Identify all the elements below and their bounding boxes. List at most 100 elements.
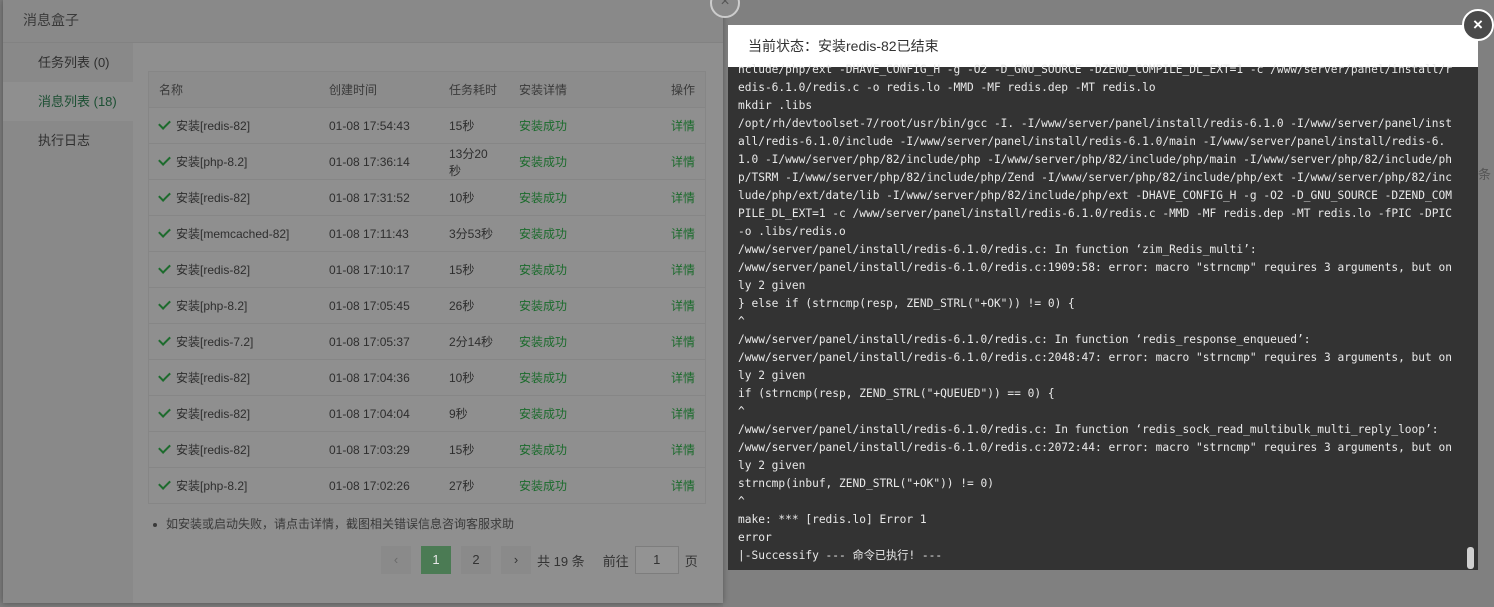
check-icon — [158, 441, 171, 454]
log-text: nclude/php/ext -DHAVE_CONFIG_H -g -O2 -D… — [738, 61, 1456, 565]
task-duration: 26秒 — [439, 287, 509, 324]
background-text: 条 — [1478, 167, 1492, 182]
check-icon — [158, 369, 171, 382]
task-name-cell: 安装[redis-82] — [148, 431, 319, 468]
task-action-cell: 详情 — [609, 359, 706, 396]
task-status: 安装成功 — [509, 323, 609, 360]
log-line: ^ — [738, 315, 745, 328]
task-name-cell: 安装[php-8.2] — [148, 467, 319, 504]
task-name-cell: 安装[redis-7.2] — [148, 323, 319, 360]
task-status: 安装成功 — [509, 251, 609, 288]
table-row: 安装[redis-82] 01-08 17:04:36 10秒 安装成功 详情 — [148, 359, 706, 396]
task-name-cell: 安装[redis-82] — [148, 107, 319, 144]
task-status: 安装成功 — [509, 359, 609, 396]
log-line: /www/server/panel/install/redis-6.1.0/re… — [738, 441, 1452, 472]
table-header-row: 名称 创建时间 任务耗时 安装详情 操作 — [148, 71, 706, 108]
details-link[interactable]: 详情 — [671, 155, 695, 169]
task-name: 安装[php-8.2] — [176, 155, 248, 169]
task-name: 安装[redis-82] — [176, 191, 251, 205]
check-icon — [158, 405, 171, 418]
task-status: 安装成功 — [509, 395, 609, 432]
header-name: 名称 — [148, 71, 319, 108]
log-line: /www/server/panel/install/redis-6.1.0/re… — [738, 261, 1452, 292]
log-line: ^ — [738, 405, 745, 418]
task-action-cell: 详情 — [609, 323, 706, 360]
task-time: 01-08 17:31:52 — [319, 179, 439, 216]
check-icon — [158, 477, 171, 490]
task-action-cell: 详情 — [609, 431, 706, 468]
log-line: error — [738, 531, 772, 544]
task-name: 安装[redis-82] — [176, 371, 251, 385]
details-link[interactable]: 详情 — [671, 263, 695, 277]
details-link[interactable]: 详情 — [671, 227, 695, 241]
details-link[interactable]: 详情 — [671, 443, 695, 457]
sidebar-item-task-list[interactable]: 任务列表 (0) — [3, 43, 133, 82]
task-time: 01-08 17:04:04 — [319, 395, 439, 432]
task-name: 安装[redis-82] — [176, 407, 251, 421]
total-count: 共 19 条 — [537, 553, 585, 569]
task-duration: 3分53秒 — [439, 215, 509, 252]
details-link[interactable]: 详情 — [671, 371, 695, 385]
task-duration: 15秒 — [439, 431, 509, 468]
log-line: /www/server/panel/install/redis-6.1.0/re… — [738, 243, 1257, 256]
log-line: |-Successify --- 命令已执行! --- — [738, 549, 943, 562]
details-link[interactable]: 详情 — [671, 299, 695, 313]
task-action-cell: 详情 — [609, 107, 706, 144]
table-row: 安装[php-8.2] 01-08 17:36:14 13分20秒 安装成功 详情 — [148, 143, 706, 180]
log-line: /www/server/panel/install/redis-6.1.0/re… — [738, 423, 1439, 436]
table-row: 安装[php-8.2] 01-08 17:02:26 27秒 安装成功 详情 — [148, 467, 706, 504]
task-duration: 13分20秒 — [439, 143, 509, 180]
table-row: 安装[redis-82] 01-08 17:54:43 15秒 安装成功 详情 — [148, 107, 706, 144]
task-name: 安装[redis-82] — [176, 119, 251, 133]
prev-page-button[interactable]: ‹ — [381, 546, 411, 574]
log-line: nclude/php/ext -DHAVE_CONFIG_H -g -O2 -D… — [738, 63, 1452, 94]
task-time: 01-08 17:05:45 — [319, 287, 439, 324]
task-action-cell: 详情 — [609, 287, 706, 324]
task-name-cell: 安装[php-8.2] — [148, 143, 319, 180]
details-link[interactable]: 详情 — [671, 407, 695, 421]
task-name: 安装[php-8.2] — [176, 479, 248, 493]
goto-page-input[interactable]: 1 — [634, 546, 679, 574]
header-details: 安装详情 — [509, 71, 609, 108]
task-name: 安装[php-8.2] — [176, 299, 248, 313]
bullet-icon — [153, 522, 157, 527]
table-body: 安装[redis-82] 01-08 17:54:43 15秒 安装成功 详情 安装[ph… — [148, 107, 706, 504]
log-output[interactable]: nclude/php/ext -DHAVE_CONFIG_H -g -O2 -D… — [728, 63, 1478, 570]
pagination: ‹ 1 2 › 共 19 条 前往 1 页 — [381, 545, 698, 575]
close-log-icon[interactable]: × — [1462, 9, 1494, 41]
task-duration: 15秒 — [439, 251, 509, 288]
log-line: if (strncmp(resp, ZEND_STRL("+QUEUED")) … — [738, 387, 1055, 400]
table-row: 安装[memcached-82] 01-08 17:11:43 3分53秒 安装成功 详… — [148, 215, 706, 252]
sidebar-item-exec-log[interactable]: 执行日志 — [3, 121, 133, 160]
details-link[interactable]: 详情 — [671, 191, 695, 205]
details-link[interactable]: 详情 — [671, 479, 695, 493]
check-icon — [158, 189, 171, 202]
modal-main: 名称 创建时间 任务耗时 安装详情 操作 安装[redis-82] 01-08 1… — [133, 43, 723, 603]
task-status: 安装成功 — [509, 215, 609, 252]
table-row: 安装[redis-82] 01-08 17:03:29 15秒 安装成功 详情 — [148, 431, 706, 468]
check-icon — [158, 225, 171, 238]
task-name-cell: 安装[php-8.2] — [148, 287, 319, 324]
task-time: 01-08 17:36:14 — [319, 143, 439, 180]
check-icon — [158, 297, 171, 310]
page-button-1[interactable]: 1 — [421, 546, 451, 574]
page-unit-label: 页 — [684, 553, 698, 569]
details-link[interactable]: 详情 — [671, 119, 695, 133]
log-line: mkdir .libs — [738, 99, 813, 112]
table-row: 安装[redis-82] 01-08 17:04:04 9秒 安装成功 详情 — [148, 395, 706, 432]
task-duration: 10秒 — [439, 359, 509, 396]
next-page-button[interactable]: › — [501, 546, 531, 574]
task-name: 安装[redis-82] — [176, 443, 251, 457]
task-time: 01-08 17:02:26 — [319, 467, 439, 504]
page-button-2[interactable]: 2 — [461, 546, 491, 574]
table-row: 安装[php-8.2] 01-08 17:05:45 26秒 安装成功 详情 — [148, 287, 706, 324]
task-status: 安装成功 — [509, 287, 609, 324]
message-table: 名称 创建时间 任务耗时 安装详情 操作 安装[redis-82] 01-08 1… — [148, 71, 706, 504]
details-link[interactable]: 详情 — [671, 335, 695, 349]
log-line: /www/server/panel/install/redis-6.1.0/re… — [738, 333, 1311, 346]
sidebar-item-message-list[interactable]: 消息列表 (18) — [3, 82, 133, 121]
log-line: } else if (strncmp(resp, ZEND_STRL("+OK"… — [738, 297, 1075, 310]
task-time: 01-08 17:11:43 — [319, 215, 439, 252]
log-scrollbar[interactable] — [1467, 547, 1474, 569]
task-name: 安装[redis-7.2] — [176, 335, 254, 349]
